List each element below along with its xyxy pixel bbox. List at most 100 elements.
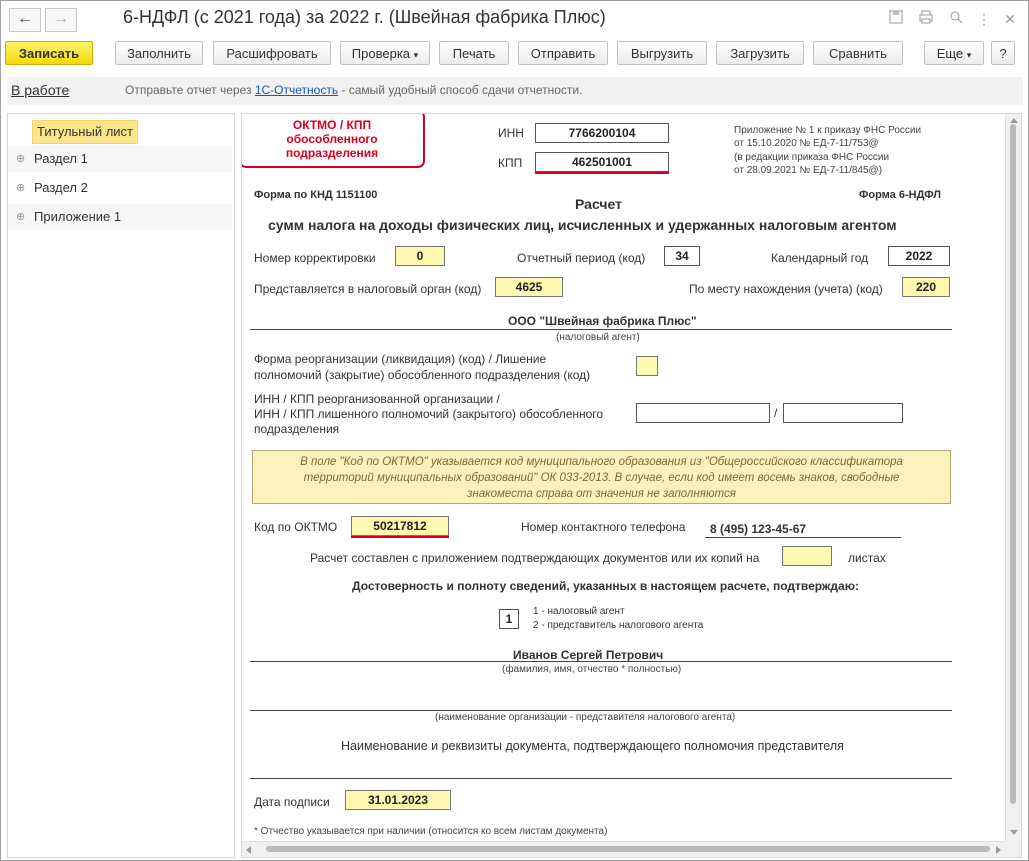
info-message-start: Отправьте отчет через [125,83,255,97]
tree-item-section1[interactable]: ⊕ Раздел 1 [8,146,232,172]
tree-item-title-page[interactable]: Титульный лист [8,118,232,144]
horizontal-scrollbar[interactable] [242,841,1006,857]
check-button[interactable]: Проверка ▾ [340,41,430,65]
scroll-down-icon[interactable] [1010,830,1018,835]
check-button-label: Проверка [351,46,411,61]
year-field[interactable]: 2022 [888,246,950,266]
phone-line [705,537,901,538]
hint-line-2: территорий муниципальных образований" ОК… [303,472,900,484]
pages-label: Расчет составлен с приложением подтвержд… [310,551,760,565]
expand-icon[interactable]: ⊕ [16,175,25,201]
correction-field[interactable]: 0 [395,246,445,266]
oktmo-highlight [351,536,449,538]
close-icon[interactable]: ✕ [1001,10,1019,28]
save-disk-icon[interactable] [887,10,905,28]
form-name: Форма 6-НДФЛ [859,189,941,201]
reorg-kpp-field[interactable] [783,403,903,423]
forward-button[interactable]: → [45,8,77,32]
org-caption: (наименование организации - представител… [435,712,736,723]
report-window: ← → 6-НДФЛ (с 2021 года) за 2022 г. (Шве… [0,0,1029,861]
signer-option-1: 1 - налоговый агент [533,606,625,617]
org-line [250,710,952,711]
reorg-inn-label-1: ИНН / КПП реорганизованной организации / [254,392,500,406]
doc-label: Наименование и реквизиты документа, подт… [341,739,844,753]
place-field[interactable]: 220 [902,277,950,297]
more-button-label: Еще [936,46,964,61]
print-button[interactable]: Печать [439,41,509,65]
inn-label: ИНН [498,126,524,140]
inn-field[interactable]: 7766200104 [535,123,669,143]
toolbar: Записать Заполнить Расшифровать Проверка… [1,37,1028,71]
oktmo-hint: В поле "Код по ОКТМО" указывается код му… [252,450,951,504]
reorg-inn-label-2: ИНН / КПП лишенного полномочий (закрытог… [254,407,604,421]
dropdown-arrow-icon: ▾ [413,50,419,60]
authority-label: Представляется в налоговый орган (код) [254,282,482,296]
help-button[interactable]: ? [991,41,1015,65]
agent-line [250,329,952,330]
save-button[interactable]: Записать [5,41,93,65]
pages-suffix: листах [848,551,886,565]
scroll-left-icon[interactable] [246,846,251,854]
date-label: Дата подписи [254,795,330,809]
expand-icon[interactable]: ⊕ [16,146,25,172]
signer-option-2: 2 - представитель налогового агента [533,620,704,631]
date-field[interactable]: 31.01.2023 [345,790,451,810]
vertical-scroll-thumb[interactable] [1010,124,1016,804]
hint-line-1: В поле "Код по ОКТМО" указывается код му… [300,456,903,468]
window-title: 6-НДФЛ (с 2021 года) за 2022 г. (Швейная… [123,7,606,27]
pages-field[interactable] [782,546,832,566]
fill-button[interactable]: Заполнить [115,41,203,65]
tree-item-label: Приложение 1 [34,209,122,224]
reorg-label-1: Форма реорганизации (ликвидация) (код) /… [254,352,547,366]
tree-item-label: Титульный лист [32,120,139,144]
period-field[interactable]: 34 [664,246,700,266]
order-line-3: (в редакции приказа ФНС России [734,152,890,163]
more-menu-icon[interactable]: ⋮ [975,10,993,28]
form-heading: Расчет [575,196,622,212]
report-form: ОКТМО / КПП обособленного подразделения … [241,113,1022,858]
oktmo-field[interactable]: 50217812 [351,516,449,536]
phone-field[interactable]: 8 (495) 123-45-67 [710,522,806,536]
footnote: * Отчество указывается при наличии (отно… [254,826,608,837]
period-label: Отчетный период (код) [517,251,646,265]
status-link[interactable]: В работе [11,82,69,98]
export-button[interactable]: Выгрузить [617,41,707,65]
arrow-left-icon: ← [17,10,33,27]
signer-name: Иванов Сергей Петрович [513,648,664,662]
vertical-scrollbar[interactable] [1005,114,1021,857]
confirm-text: Достоверность и полноту сведений, указан… [352,579,859,593]
signer-code-field[interactable]: 1 [499,609,519,629]
tree-item-section2[interactable]: ⊕ Раздел 2 [8,175,232,201]
preview-icon[interactable] [947,10,965,28]
place-label: По месту нахождения (учета) (код) [689,282,883,296]
agent-caption: (налоговый агент) [556,332,640,343]
compare-button[interactable]: Сравнить [813,41,903,65]
reorg-label-2: полномочий (закрытие) обособленного подр… [254,368,591,382]
slash-separator: / [774,406,778,420]
year-label: Календарный год [771,251,869,265]
reporting-link[interactable]: 1С-Отчетность [255,83,338,97]
more-button[interactable]: Еще ▾ [924,41,984,65]
scroll-right-icon[interactable] [996,846,1001,854]
dropdown-arrow-icon: ▾ [966,50,972,60]
oktmo-label: Код по ОКТМО [254,520,338,534]
scroll-up-icon[interactable] [1010,118,1018,123]
reorg-inn-field[interactable] [636,403,770,423]
reorg-inn-label-3: подразделения [254,422,340,436]
sections-tree: Титульный лист ⊕ Раздел 1 ⊕ Раздел 2 ⊕ П… [7,113,235,858]
horizontal-scroll-thumb[interactable] [266,846,990,852]
decode-button[interactable]: Расшифровать [213,41,331,65]
tree-item-appendix1[interactable]: ⊕ Приложение 1 [8,204,232,230]
reorg-code-field[interactable] [636,356,658,376]
title-bar: ← → 6-НДФЛ (с 2021 года) за 2022 г. (Шве… [1,1,1028,37]
import-button[interactable]: Загрузить [716,41,804,65]
print-icon[interactable] [917,10,935,28]
back-button[interactable]: ← [9,8,41,32]
order-line-2: от 15.10.2020 № ЕД-7-11/753@ [734,138,879,149]
signer-caption: (фамилия, имя, отчество * полностью) [502,664,682,675]
send-button[interactable]: Отправить [518,41,608,65]
expand-icon[interactable]: ⊕ [16,204,25,230]
authority-field[interactable]: 4625 [495,277,563,297]
agent-name: ООО "Швейная фабрика Плюс" [508,314,697,328]
kpp-field[interactable]: 462501001 [535,152,669,172]
